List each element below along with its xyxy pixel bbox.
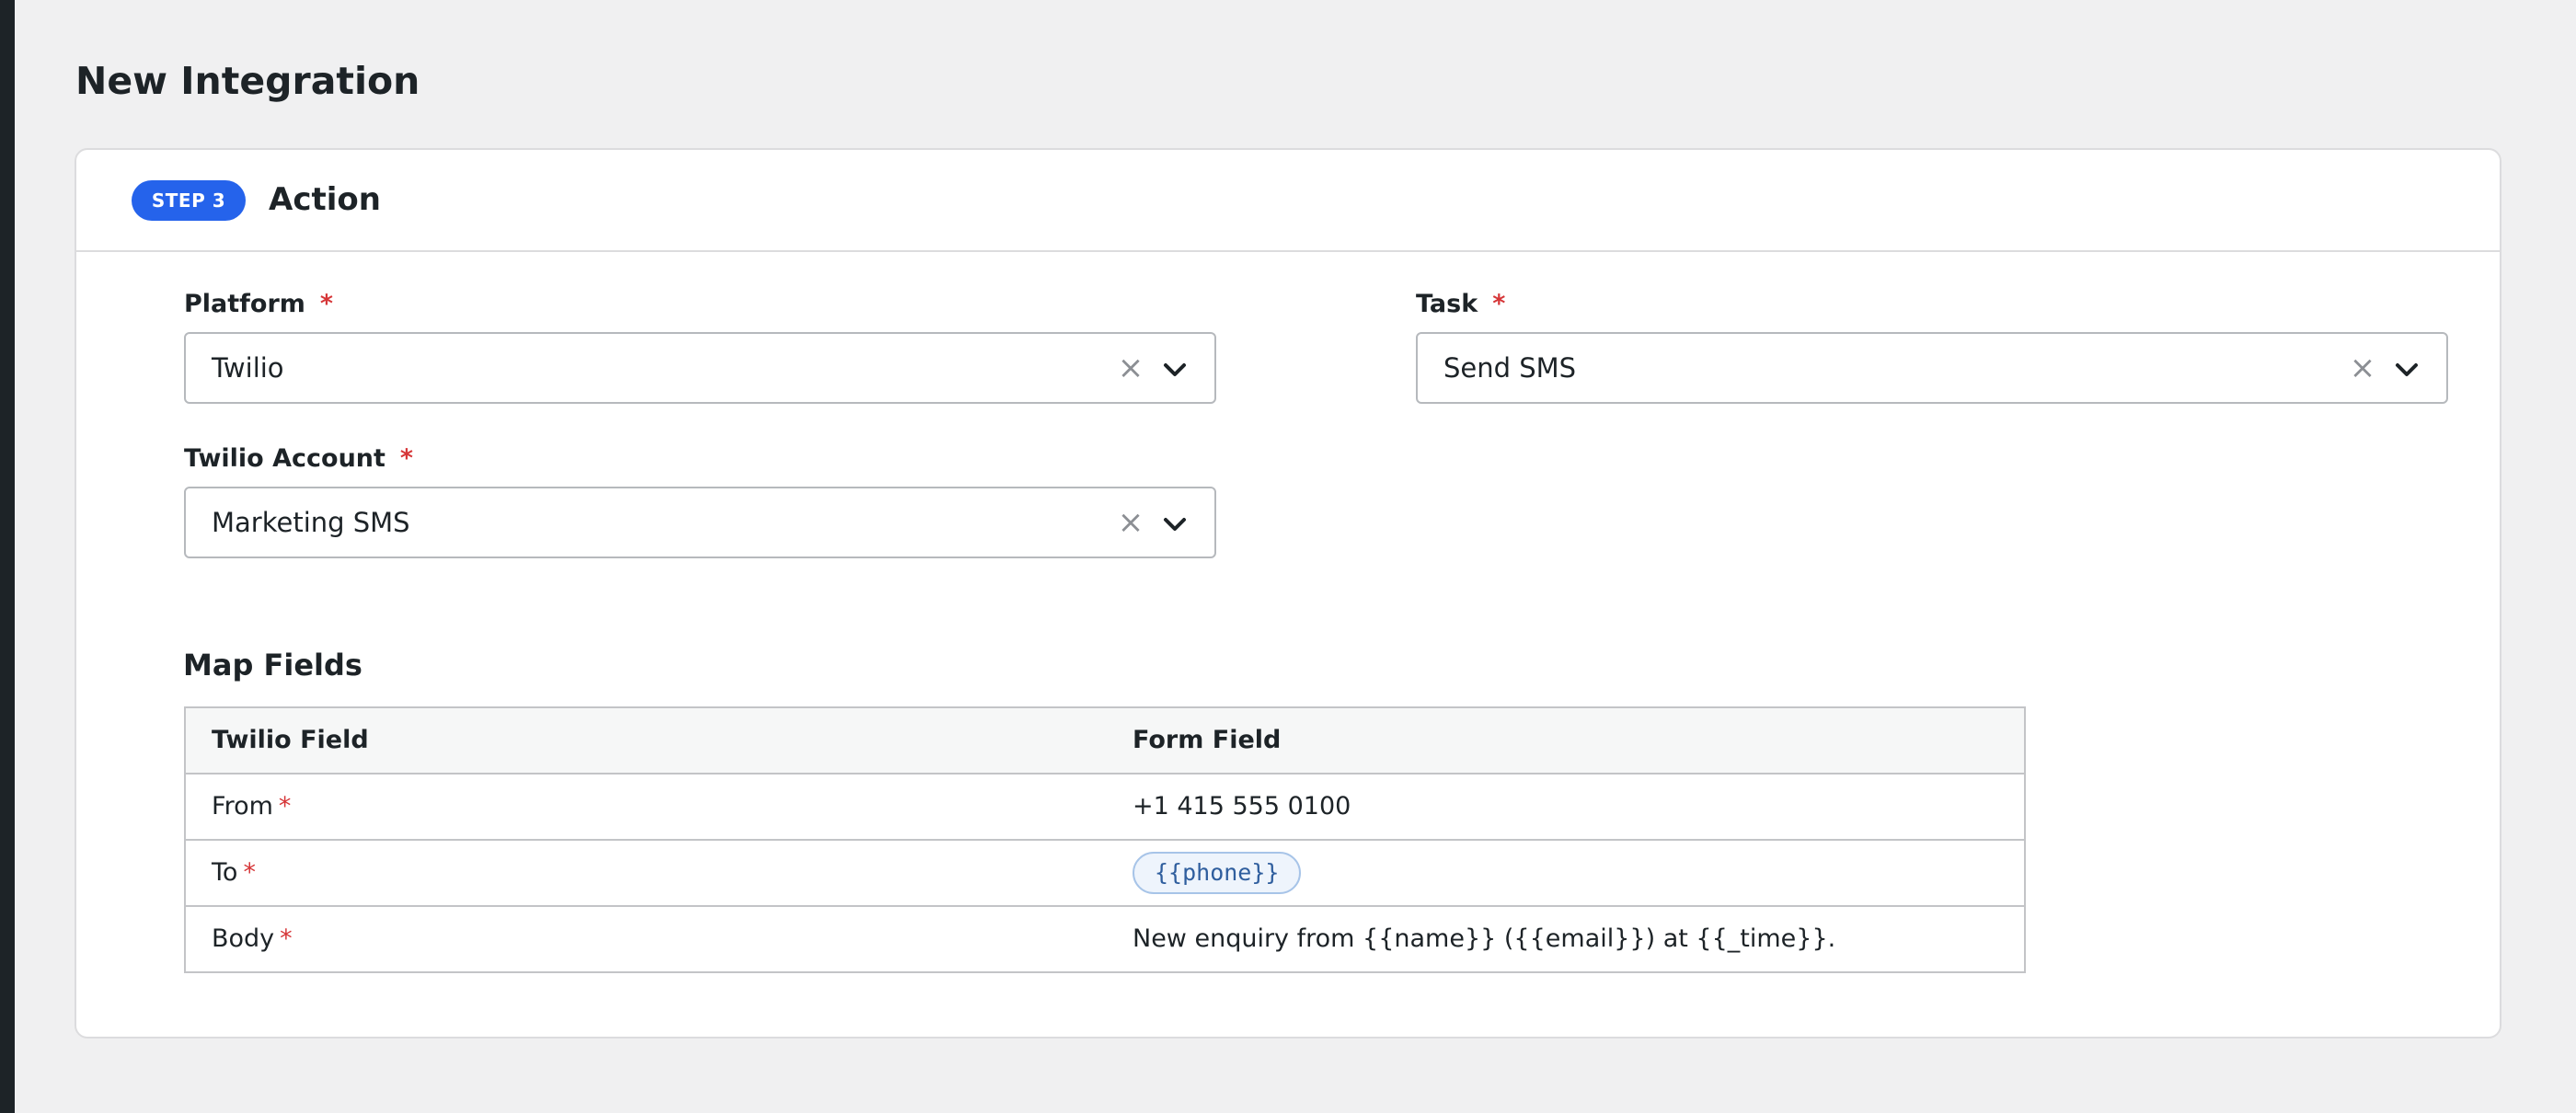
step-title: Action bbox=[269, 181, 381, 218]
required-marker: * bbox=[278, 792, 292, 820]
required-marker: * bbox=[399, 444, 414, 473]
table-row: From * +1 415 555 0100 bbox=[186, 773, 2024, 839]
twilio-account-label-text: Twilio Account bbox=[184, 444, 385, 473]
merge-tag-pill[interactable]: {{phone}} bbox=[1133, 852, 1302, 894]
field-name-text: To bbox=[212, 858, 238, 887]
form-field-value[interactable]: {{phone}} bbox=[1133, 841, 1302, 894]
chevron-down-icon[interactable] bbox=[2393, 356, 2421, 384]
page-title: New Integration bbox=[75, 59, 420, 103]
chevron-down-icon[interactable] bbox=[1161, 511, 1189, 538]
task-label-text: Task bbox=[1416, 290, 1478, 318]
close-icon[interactable]: × bbox=[2349, 334, 2376, 402]
platform-select[interactable]: Twilio × bbox=[184, 332, 1216, 404]
field-name-text: Body bbox=[212, 924, 275, 953]
twilio-account-label: Twilio Account * bbox=[184, 442, 413, 476]
form-field-value[interactable]: +1 415 555 0100 bbox=[1133, 775, 1351, 839]
twilio-field-name: Body * bbox=[212, 907, 293, 971]
platform-select-value: Twilio bbox=[212, 352, 284, 384]
close-icon[interactable]: × bbox=[1117, 488, 1144, 556]
map-fields-table: Twilio Field Form Field From * +1 415 555… bbox=[184, 706, 2026, 973]
twilio-field-name: To * bbox=[212, 841, 256, 905]
map-fields-title: Map Fields bbox=[183, 648, 362, 683]
twilio-field-name: From * bbox=[212, 775, 291, 839]
step-badge: STEP 3 bbox=[132, 180, 246, 221]
twilio-account-select-value: Marketing SMS bbox=[212, 507, 410, 538]
column-header-twilio-field: Twilio Field bbox=[212, 726, 369, 754]
step-header: STEP 3 Action bbox=[76, 150, 2500, 252]
column-header-form-field: Form Field bbox=[1133, 726, 1282, 754]
field-name-text: From bbox=[212, 792, 273, 820]
admin-sidebar-edge bbox=[0, 0, 15, 1113]
required-marker: * bbox=[319, 290, 334, 318]
platform-label-text: Platform bbox=[184, 290, 305, 318]
table-header-row: Twilio Field Form Field bbox=[186, 708, 2024, 773]
task-select[interactable]: Send SMS × bbox=[1416, 332, 2448, 404]
required-marker: * bbox=[243, 858, 256, 887]
task-select-value: Send SMS bbox=[1443, 352, 1577, 384]
twilio-account-select[interactable]: Marketing SMS × bbox=[184, 487, 1216, 558]
table-row: To * {{phone}} bbox=[186, 839, 2024, 905]
table-row: Body * New enquiry from {{name}} ({{email… bbox=[186, 905, 2024, 971]
task-label: Task * bbox=[1416, 288, 1505, 321]
chevron-down-icon[interactable] bbox=[1161, 356, 1189, 384]
required-marker: * bbox=[280, 924, 293, 953]
required-marker: * bbox=[1492, 290, 1506, 318]
form-field-value[interactable]: New enquiry from {{name}} ({{email}}) at… bbox=[1133, 907, 1835, 971]
platform-label: Platform * bbox=[184, 288, 333, 321]
close-icon[interactable]: × bbox=[1117, 334, 1144, 402]
